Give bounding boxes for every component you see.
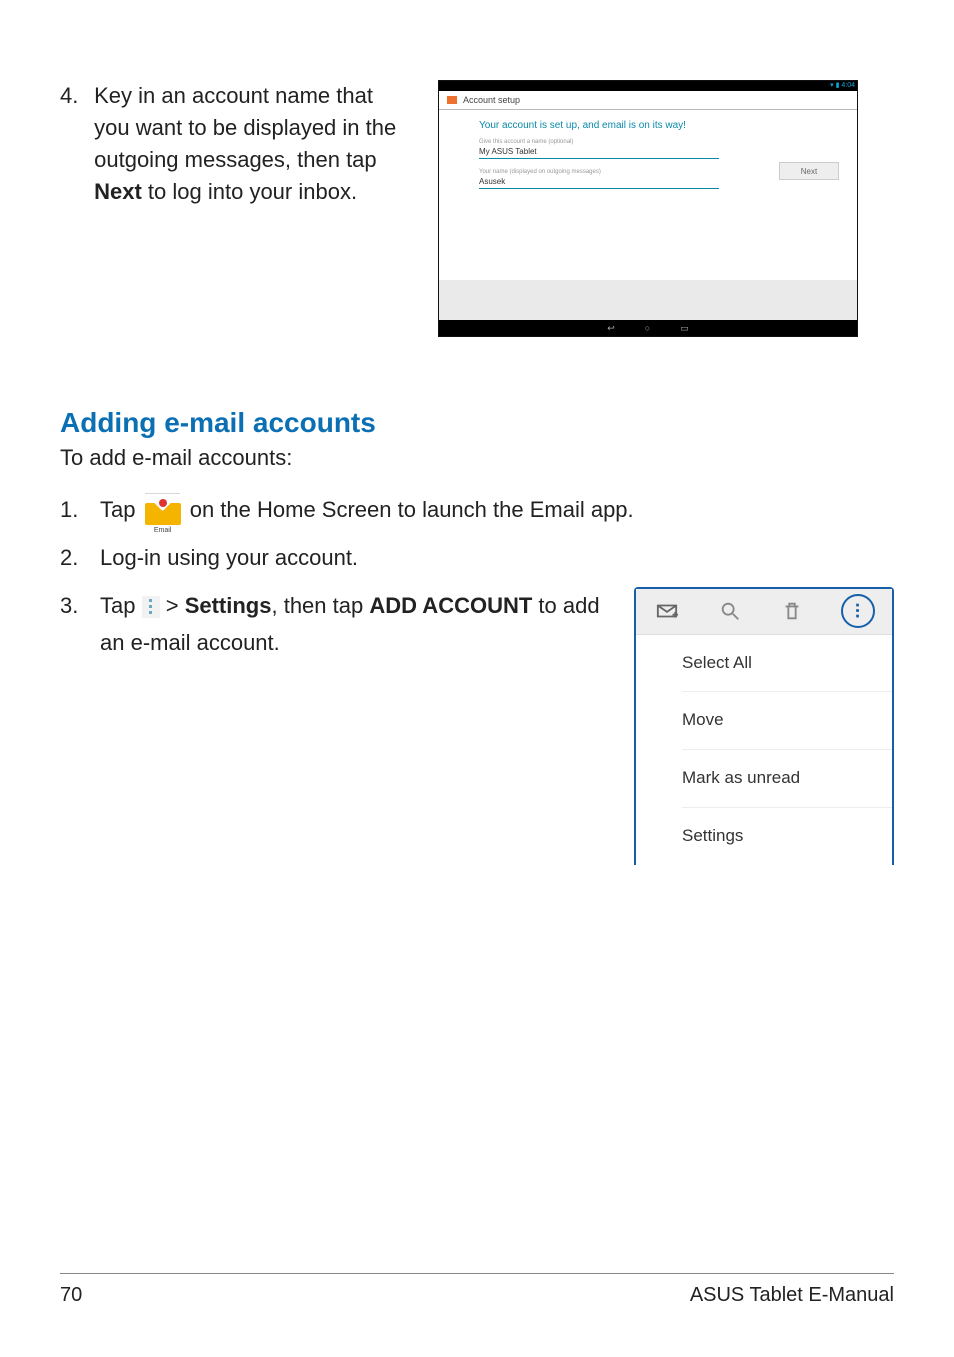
header-title: Account setup <box>463 95 520 105</box>
email-icon <box>447 96 457 104</box>
step-3: 3. Tap > Settings, then tap ADD ACCOUNT … <box>60 587 894 866</box>
step3-number: 3. <box>60 587 100 624</box>
manual-title: ASUS Tablet E-Manual <box>690 1284 894 1307</box>
step3-mid: > <box>166 593 185 618</box>
search-icon[interactable] <box>716 597 744 625</box>
step2-number: 2. <box>60 539 100 576</box>
steps-list: 1. Tap Email on the Home Screen to launc… <box>60 491 894 865</box>
step3-settings: Settings <box>185 593 272 618</box>
email-toolbar <box>636 589 892 635</box>
step2-text: Log-in using your account. <box>100 539 894 576</box>
section-title: Adding e-mail accounts <box>60 407 894 439</box>
trash-icon[interactable] <box>778 597 806 625</box>
step1-after: on the Home Screen to launch the Email a… <box>190 497 634 522</box>
recent-icon[interactable]: ▭ <box>680 323 689 334</box>
step4-bold-next: Next <box>94 179 142 204</box>
step4-text: 4. Key in an account name that you want … <box>60 80 420 208</box>
dropdown-menu: Select All Move Mark as unread Settings <box>636 635 892 866</box>
menu-select-all[interactable]: Select All <box>682 635 892 693</box>
step-1: 1. Tap Email on the Home Screen to launc… <box>60 491 894 529</box>
setup-heading: Your account is set up, and email is on … <box>479 120 837 131</box>
status-bar: ▾ ▮ 4:04 <box>439 81 857 91</box>
overflow-icon[interactable] <box>841 594 875 628</box>
screenshot-menu: Select All Move Mark as unread Settings <box>634 587 894 866</box>
step3-addaccount: ADD ACCOUNT <box>369 593 532 618</box>
next-button[interactable]: Next <box>779 162 839 180</box>
page-footer: 70 ASUS Tablet E-Manual <box>60 1273 894 1307</box>
step3-mid2: , then tap <box>271 593 369 618</box>
back-icon[interactable]: ↩ <box>607 323 615 334</box>
step3-before: Tap <box>100 593 142 618</box>
account-name-field[interactable]: My ASUS Tablet <box>479 145 719 159</box>
overflow-menu-icon <box>142 596 160 618</box>
page-number: 70 <box>60 1284 82 1307</box>
status-right: ▾ ▮ 4:04 <box>830 81 855 89</box>
step1-before: Tap <box>100 497 142 522</box>
screenshot-header: Account setup <box>439 91 857 110</box>
menu-settings[interactable]: Settings <box>682 808 892 865</box>
step4-text-after: to log into your inbox. <box>142 179 357 204</box>
step4-text-before: Key in an account name that you want to … <box>94 83 396 172</box>
compose-icon[interactable] <box>653 597 681 625</box>
step1-number: 1. <box>60 491 100 529</box>
email-icon-caption: Email <box>142 525 184 537</box>
section-subtitle: To add e-mail accounts: <box>60 445 894 471</box>
step4-number: 4. <box>60 80 88 112</box>
menu-move[interactable]: Move <box>682 692 892 750</box>
email-app-icon: Email <box>142 493 184 529</box>
step4-row: 4. Key in an account name that you want … <box>60 80 894 337</box>
home-icon[interactable]: ○ <box>645 323 650 333</box>
keyboard-area <box>439 280 857 320</box>
android-navbar: ↩ ○ ▭ <box>439 320 857 336</box>
menu-mark-unread[interactable]: Mark as unread <box>682 750 892 808</box>
step-2: 2. Log-in using your account. <box>60 539 894 576</box>
your-name-field[interactable]: Asusek <box>479 175 719 189</box>
screenshot-account-setup: ▾ ▮ 4:04 Account setup Your account is s… <box>438 80 858 337</box>
